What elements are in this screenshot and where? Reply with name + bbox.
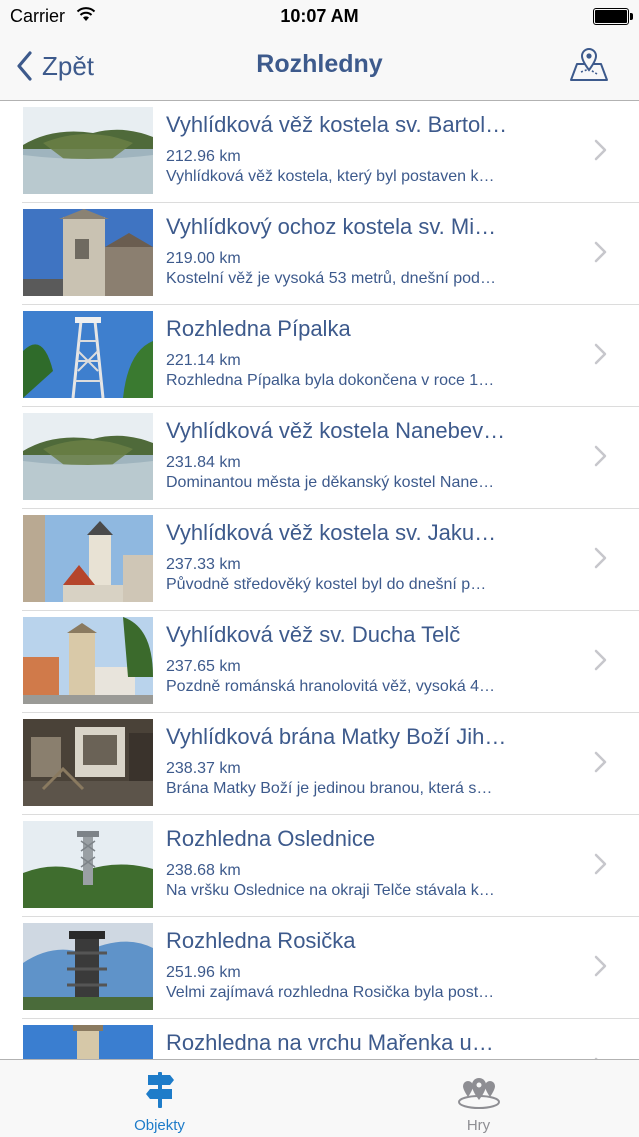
item-description: Původně středověký kostel byl do dnešní … xyxy=(166,576,487,593)
item-title: Rozhledna Oslednice xyxy=(166,826,376,851)
item-title: Vyhlídková věž kostela sv. Bartol… xyxy=(166,112,508,137)
item-description: Kostelní věž je vysoká 53 metrů, dnešní … xyxy=(166,270,496,287)
thumbnail-image xyxy=(23,515,153,602)
tower-list: Vyhlídková věž kostela sv. Bartol… 212.9… xyxy=(0,101,639,1059)
tab-bar: Objekty Hry xyxy=(0,1059,639,1137)
list-item[interactable]: Vyhlídková věž kostela Nanebev… 231.84 k… xyxy=(0,407,639,509)
item-distance: 221.14 km xyxy=(166,352,241,369)
list-item[interactable]: Rozhledna Pípalka 221.14 km Rozhledna Pí… xyxy=(0,305,639,407)
tab-hry[interactable]: Hry xyxy=(319,1060,638,1137)
list-item[interactable]: Vyhlídková věž kostela sv. Jaku… 237.33 … xyxy=(0,509,639,611)
map-button[interactable] xyxy=(569,46,609,86)
list-item[interactable]: Vyhlídková věž sv. Ducha Telč 237.65 km … xyxy=(0,611,639,713)
list-item[interactable]: Rozhledna na vrchu Mařenka u… xyxy=(0,1019,639,1059)
chevron-right-icon xyxy=(594,445,607,467)
item-description: Dominantou města je děkanský kostel Nane… xyxy=(166,474,495,491)
page-title: Rozhledny xyxy=(256,50,383,78)
thumbnail-image xyxy=(23,719,153,806)
list-item[interactable]: Vyhlídkový ochoz kostela sv. Mi… 219.00 … xyxy=(0,203,639,305)
item-title: Vyhlídková věž kostela sv. Jaku… xyxy=(166,520,497,545)
thumbnail-image xyxy=(23,209,153,296)
chevron-right-icon xyxy=(594,139,607,161)
item-distance: 237.33 km xyxy=(166,556,241,573)
item-description: Velmi zajímavá rozhledna Rosička byla po… xyxy=(166,984,495,1001)
list-item[interactable]: Rozhledna Oslednice 238.68 km Na vršku O… xyxy=(0,815,639,917)
item-title: Vyhlídková brána Matky Boží Jih… xyxy=(166,724,507,749)
chevron-right-icon xyxy=(594,751,607,773)
thumbnail-image xyxy=(23,617,153,704)
item-title: Vyhlídkový ochoz kostela sv. Mi… xyxy=(166,214,497,239)
item-title: Rozhledna Pípalka xyxy=(166,316,351,341)
navigation-bar: Zpět Rozhledny xyxy=(0,34,639,101)
item-distance: 212.96 km xyxy=(166,148,241,165)
thumbnail-image xyxy=(23,821,153,908)
item-distance: 251.96 km xyxy=(166,964,241,981)
map-pin-icon xyxy=(570,48,608,81)
chevron-right-icon xyxy=(594,343,607,365)
item-distance: 238.37 km xyxy=(166,760,241,777)
item-distance: 237.65 km xyxy=(166,658,241,675)
tab-label: Objekty xyxy=(134,1117,185,1134)
battery-icon xyxy=(593,8,633,25)
chevron-right-icon xyxy=(594,955,607,977)
item-distance: 219.00 km xyxy=(166,250,241,267)
map-pins-icon xyxy=(457,1078,500,1109)
item-title: Vyhlídková věž sv. Ducha Telč xyxy=(166,622,461,647)
tab-label: Hry xyxy=(466,1117,491,1134)
thumbnail-image xyxy=(23,1025,153,1059)
list-item[interactable]: Rozhledna Rosička 251.96 km Velmi zajíma… xyxy=(0,917,639,1019)
status-bar: Carrier 10:07 AM xyxy=(0,0,639,34)
clock: 10:07 AM xyxy=(280,6,359,26)
item-description: Vyhlídková věž kostela, který byl postav… xyxy=(166,168,495,185)
item-distance: 231.84 km xyxy=(166,454,241,471)
item-title: Rozhledna na vrchu Mařenka u… xyxy=(166,1030,494,1055)
item-description: Brána Matky Boží je jedinou branou, kter… xyxy=(166,780,493,797)
item-distance: 238.68 km xyxy=(166,862,241,879)
item-description: Na vršku Oslednice na okraji Telče stáva… xyxy=(166,882,495,899)
item-title: Vyhlídková věž kostela Nanebev… xyxy=(166,418,506,443)
chevron-right-icon xyxy=(594,241,607,263)
item-title: Rozhledna Rosička xyxy=(166,928,356,953)
tab-objekty[interactable]: Objekty xyxy=(0,1060,319,1137)
thumbnail-image xyxy=(23,311,153,398)
signpost-icon xyxy=(145,1072,174,1108)
list-item[interactable]: Vyhlídková brána Matky Boží Jih… 238.37 … xyxy=(0,713,639,815)
item-description: Pozdně románská hranolovitá věž, vysoká … xyxy=(166,678,496,695)
list-item[interactable]: Vyhlídková věž kostela sv. Bartol… 212.9… xyxy=(0,101,639,203)
thumbnail-image xyxy=(23,923,153,1010)
item-description: Rozhledna Pípalka byla dokončena v roce … xyxy=(166,372,495,389)
thumbnail-image xyxy=(23,107,153,194)
chevron-right-icon xyxy=(594,853,607,875)
chevron-right-icon xyxy=(594,547,607,569)
thumbnail-image xyxy=(23,413,153,500)
chevron-right-icon xyxy=(594,649,607,671)
